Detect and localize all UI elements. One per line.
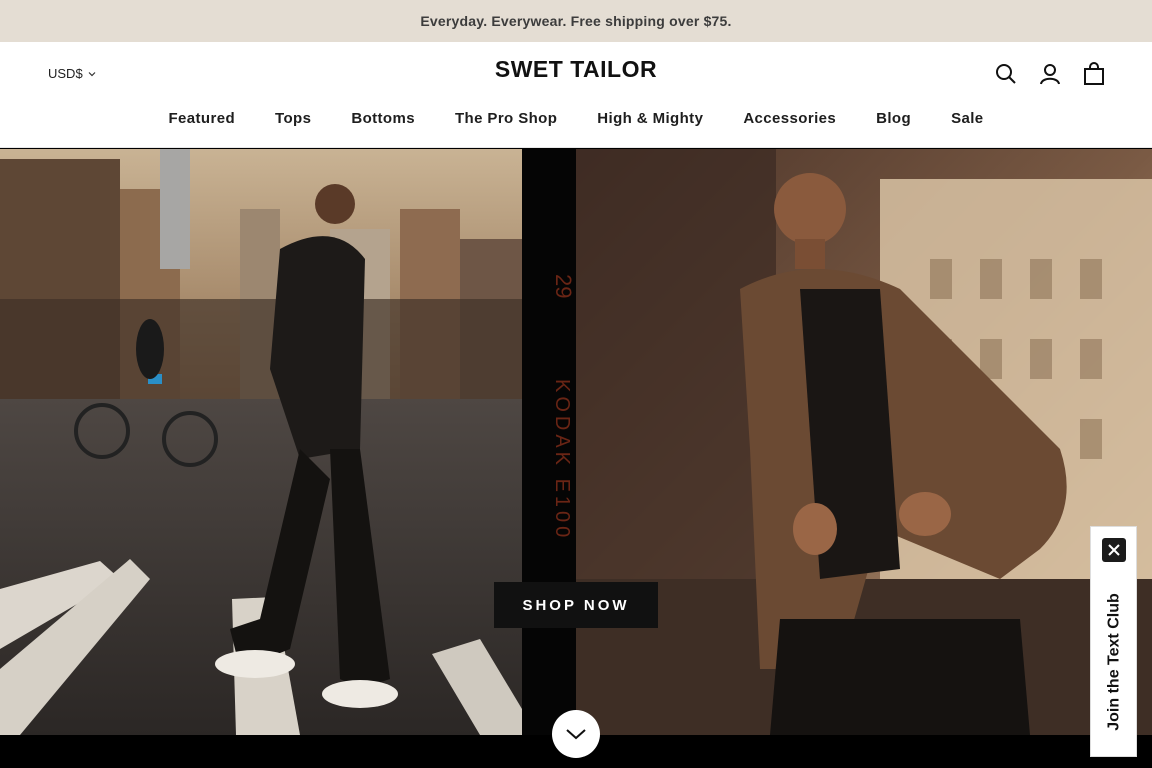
film-number: 29	[551, 274, 576, 298]
nav-item-blog[interactable]: Blog	[876, 110, 911, 130]
announcement-bar: Everyday. Everywear. Free shipping over …	[0, 0, 1152, 42]
account-icon[interactable]	[1038, 62, 1062, 86]
nav-item-accessories[interactable]: Accessories	[743, 110, 836, 130]
site-header: USD$ SWET TAILOR Featured Tops Bottoms T…	[0, 42, 1152, 148]
scroll-down-button[interactable]	[552, 710, 600, 758]
shop-now-button[interactable]: SHOP NOW	[494, 582, 658, 628]
announcement-text: Everyday. Everywear. Free shipping over …	[420, 13, 732, 29]
nav-item-high-mighty[interactable]: High & Mighty	[597, 110, 703, 130]
nav-item-pro-shop[interactable]: The Pro Shop	[455, 110, 557, 130]
text-club-popup: Join the Text Club	[1090, 526, 1137, 757]
nav-item-bottoms[interactable]: Bottoms	[351, 110, 415, 130]
chevron-down-icon	[566, 729, 586, 740]
nav-item-tops[interactable]: Tops	[275, 110, 311, 130]
hero-image: 29 KODAK E100	[0, 149, 1152, 735]
nav-item-sale[interactable]: Sale	[951, 110, 983, 130]
text-club-tab[interactable]: Join the Text Club	[1091, 577, 1138, 747]
text-club-label: Join the Text Club	[1105, 593, 1123, 731]
nav-item-featured[interactable]: Featured	[168, 110, 235, 130]
search-icon[interactable]	[994, 62, 1018, 86]
cart-icon[interactable]	[1082, 62, 1106, 86]
site-logo[interactable]: SWET TAILOR	[0, 56, 1152, 83]
film-label: KODAK E100	[551, 379, 573, 541]
hero-banner[interactable]: 29 KODAK E100 SHOP NOW	[0, 149, 1152, 735]
close-icon[interactable]	[1102, 538, 1126, 562]
main-nav: Featured Tops Bottoms The Pro Shop High …	[0, 110, 1152, 130]
header-icons	[994, 62, 1106, 86]
